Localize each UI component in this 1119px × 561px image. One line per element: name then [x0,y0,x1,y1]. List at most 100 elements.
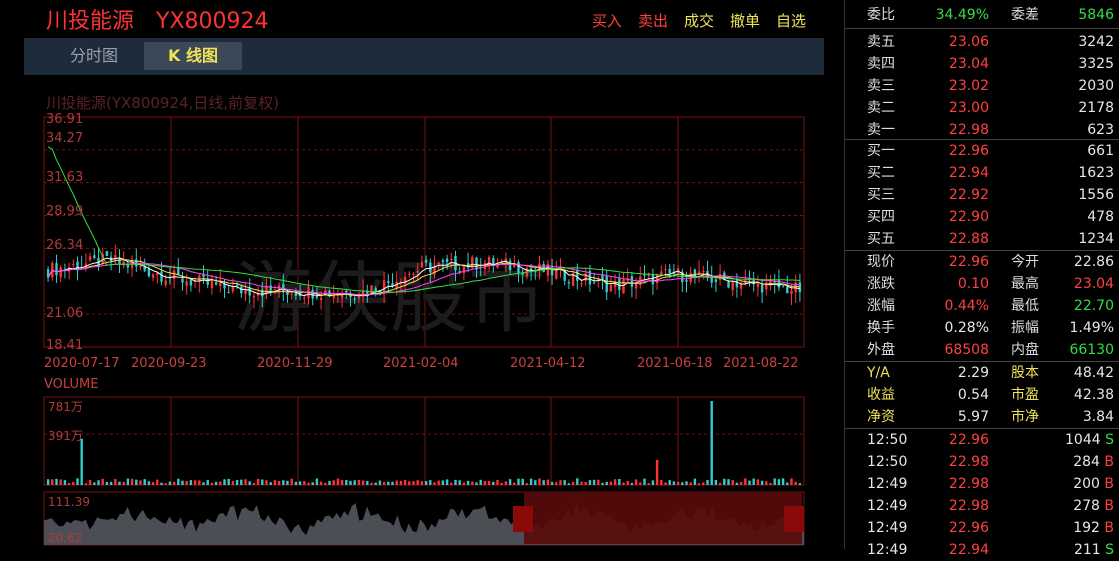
volume-bar [164,483,167,485]
candle-body [105,251,109,256]
date-tick-label: 2021-06-18 [637,356,713,371]
volume-bar [555,482,558,485]
cancel-order-button[interactable]: 撤单 [730,10,760,31]
tick-time: 12:49 [867,476,908,492]
stock-code: YX800924 [156,9,269,34]
volume-bar [130,478,134,485]
volume-bar [420,481,424,485]
row-label: 现价 [867,254,895,270]
candle-body [160,271,163,282]
volume-bar [681,482,684,485]
volume-bar [231,481,235,485]
volume-bar [588,480,592,485]
stock-name: 川投能源 [46,9,135,34]
tab-kline[interactable]: K 线图 [144,42,242,70]
row-value: 68508 [944,342,989,358]
candle-body [408,273,411,275]
volume-bar [693,478,697,485]
volume-bar [51,479,54,485]
tick-price: 22.94 [948,542,989,558]
candle-body [139,265,142,268]
price-tick-label: 31.63 [46,170,84,185]
candle-body [630,276,634,287]
volume-bar [93,482,96,485]
volume-bar [466,480,470,485]
volume-bar [517,478,520,485]
volume-bar [769,482,772,485]
row-value: 22.92 [948,187,989,203]
candle-body [147,268,151,277]
price-tick-label: 26.34 [46,238,84,253]
ask-row: 卖三 23.02 2030 [845,75,1119,97]
tab-intraday[interactable]: 分时图 [44,42,144,70]
volume-bar [790,478,793,485]
volume-bar [773,478,776,485]
volume-bar [702,482,705,485]
row-label: 涨跌 [867,276,895,292]
trades-button[interactable]: 成交 [684,10,714,31]
volume-bar [151,482,155,485]
candle-body [580,283,583,285]
volume-bar [521,478,524,485]
buy-button[interactable]: 买入 [592,10,622,31]
volume-bar [340,480,344,485]
row-value-2: 3325 [1078,56,1114,72]
volume-bar [172,481,176,485]
candle-body [429,262,432,273]
volume-bar [206,480,209,485]
volume-bar [676,481,680,485]
weibi-value: 34.49% [935,7,989,23]
bid-row: 买四 22.90 478 [845,206,1119,228]
volume-bar [139,480,142,485]
tick-vol: 200 B [1073,476,1114,492]
volume-bar [563,480,566,485]
row-label-2: 市净 [1011,409,1039,425]
volume-bar [378,480,382,485]
mini-selection [524,493,802,544]
row-value-2: 661 [1087,143,1114,159]
row-label: Y/A [867,365,890,381]
sell-button[interactable]: 卖出 [638,10,668,31]
candle-body [319,297,323,300]
row-label: 卖四 [867,56,895,72]
volume-bar [429,480,432,485]
candle-body [93,255,96,258]
tick-vol: 211 S [1073,542,1114,558]
candle-body [72,264,75,266]
row-value-2: 22.86 [1073,254,1114,270]
volume-bar [261,479,264,485]
volume-bar [668,480,671,485]
ask-row: 卖五 23.06 3242 [845,31,1119,53]
volume-bar [689,482,692,485]
volume-bar [46,479,50,485]
volume-bar [391,481,394,485]
volume-bar [277,480,281,485]
watchlist-button[interactable]: 自选 [776,10,806,31]
candle-body [668,269,671,274]
mini-tick-label: 111.39 [48,495,90,509]
volume-bar [202,482,205,485]
volume-bar [647,483,650,485]
volume-bar [756,479,760,485]
watermark: 游侠股市 [234,254,546,344]
candle-body [135,259,138,267]
volume-bar [416,480,419,485]
volume-bar [794,481,797,485]
volume-bar [605,481,608,485]
volume-bar [786,482,789,485]
volume-bar [433,482,436,485]
candle-body [235,284,239,286]
row-label-2: 最低 [1011,298,1039,314]
volume-bar [294,481,298,485]
row-value-2: 42.38 [1073,387,1114,403]
volume-bar [403,479,407,485]
volume-bar [634,479,638,485]
row-label-2: 内盘 [1011,342,1039,358]
candle-body [567,282,571,284]
candle-body [210,281,214,289]
row-value-2: 2030 [1078,78,1114,94]
volume-bar [109,481,113,485]
volume-bar [235,479,239,485]
volume-bar [55,478,58,485]
volume-bar [210,482,214,485]
